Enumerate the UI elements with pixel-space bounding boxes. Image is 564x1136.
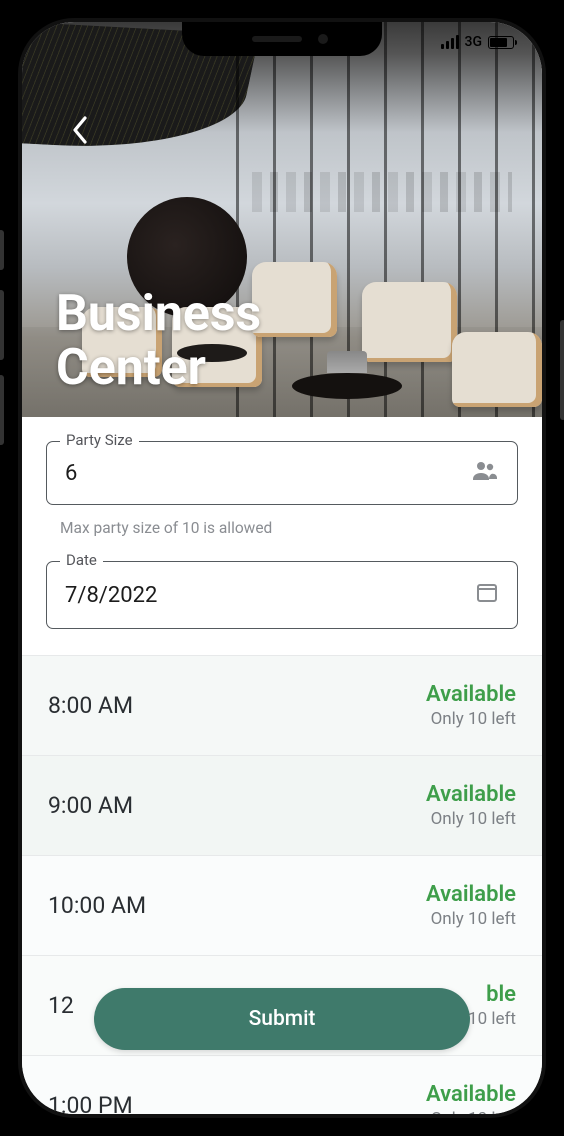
- slot-remaining: Only 10 left: [426, 809, 516, 829]
- submit-label: Submit: [249, 1007, 316, 1031]
- slot-time: 12: [48, 992, 74, 1019]
- slot-status: Available: [426, 882, 516, 907]
- time-slot[interactable]: 1:00 PM Available Only 10 left: [22, 1055, 542, 1114]
- chevron-left-icon: [71, 116, 89, 144]
- back-button[interactable]: [60, 110, 100, 150]
- date-label: Date: [60, 551, 103, 569]
- people-icon: [471, 460, 499, 486]
- date-input[interactable]: 7/8/2022: [46, 561, 518, 629]
- slot-time: 9:00 AM: [48, 792, 133, 819]
- status-bar: 3G: [441, 34, 515, 50]
- device-notch: [182, 22, 382, 56]
- network-label: 3G: [465, 34, 483, 50]
- hero-image: Business Center: [22, 22, 542, 417]
- title-line1: Business: [56, 285, 261, 343]
- slot-status: Available: [426, 782, 516, 807]
- slot-remaining: Only 10 left: [426, 709, 516, 729]
- party-size-input[interactable]: 6: [46, 441, 518, 505]
- slot-status: Available: [426, 1082, 516, 1107]
- party-size-value: 6: [65, 461, 77, 486]
- signal-icon: [441, 35, 459, 49]
- title-line2: Center: [56, 339, 206, 397]
- time-slot[interactable]: 8:00 AM AvailableOnly 10 left: [22, 655, 542, 755]
- slot-time: 10:00 AM: [48, 892, 146, 919]
- date-value: 7/8/2022: [65, 583, 157, 608]
- party-size-hint: Max party size of 10 is allowed: [60, 519, 518, 537]
- slot-status: Available: [426, 682, 516, 707]
- calendar-icon: [475, 580, 499, 610]
- page-title: Business Center: [56, 287, 261, 395]
- battery-icon: [488, 36, 514, 49]
- submit-button[interactable]: Submit: [94, 988, 470, 1050]
- slot-time: 1:00 PM: [48, 1092, 133, 1114]
- slot-time: 8:00 AM: [48, 692, 133, 719]
- time-slot[interactable]: 10:00 AM AvailableOnly 10 left: [22, 855, 542, 955]
- time-slot[interactable]: 9:00 AM AvailableOnly 10 left: [22, 755, 542, 855]
- slot-remaining: Only 10 left: [426, 1109, 516, 1114]
- party-size-label: Party Size: [60, 431, 139, 449]
- slot-remaining: Only 10 left: [426, 909, 516, 929]
